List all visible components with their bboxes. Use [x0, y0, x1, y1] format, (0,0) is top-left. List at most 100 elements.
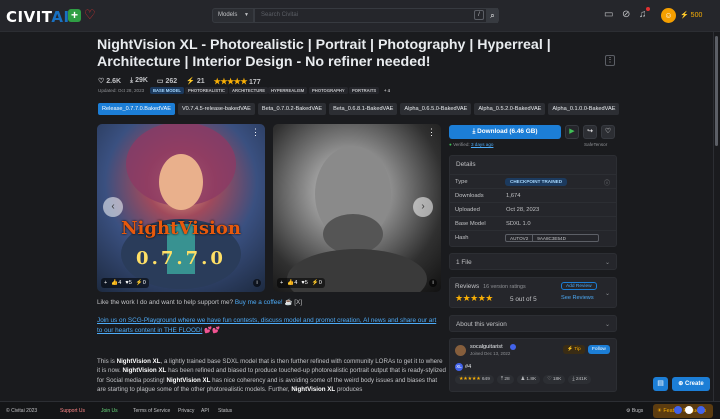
overlay-version: 0.7.7.0 — [136, 248, 226, 269]
card-menu-icon[interactable]: ⋮ — [251, 127, 260, 138]
rating-stars[interactable]: ★★★★★ 177 — [214, 77, 261, 86]
helper-icon[interactable] — [685, 406, 693, 414]
card-reactions[interactable]: + 👍4 ♥5 ⚡0 — [101, 278, 149, 288]
carousel-next-button[interactable]: › — [413, 197, 433, 217]
download-button[interactable]: ⤓ Download (6.46 GB) — [449, 125, 561, 139]
discord-link-cont[interactable]: to our hearts content in THE FLOOD! 💕💕 — [97, 326, 220, 334]
search-type-select[interactable]: Models ▼ — [212, 8, 254, 23]
buy-coffee-link[interactable]: Buy me a coffee! — [235, 299, 283, 306]
status-link[interactable]: Status — [218, 408, 232, 414]
creator-joined: Joined Dec 13, 2022 — [470, 351, 511, 356]
details-panel: Details Type CHECKPOINT TRAINED ⓘ Downlo… — [449, 155, 617, 247]
detail-row-uploaded: Uploaded Oct 28, 2023 — [450, 202, 616, 216]
creator-downloads: ⤓ 241K — [568, 375, 592, 384]
tag-hyperrealism[interactable]: HYPERREALISM — [268, 87, 308, 94]
info-icon[interactable]: i — [429, 279, 437, 287]
civitai-logo[interactable]: CIVITAI — [6, 8, 70, 26]
tag-photography[interactable]: PHOTOGRAPHY — [309, 87, 348, 94]
slash-shortcut-hint: / — [474, 10, 484, 20]
copyright: © Civitai 2023 — [6, 408, 38, 414]
verified-date-link[interactable]: 3 days ago — [471, 142, 493, 147]
tag-portraits[interactable]: PORTRAITS — [349, 87, 380, 94]
verified-status: ● Verified: 3 days ago — [449, 142, 494, 147]
eye-off-icon[interactable]: ⊘ — [622, 9, 630, 20]
version-tab[interactable]: Alpha_0.1.0.0-BakedVAE — [548, 103, 620, 115]
version-tab[interactable]: Beta_0.7.0.2-BakedVAE — [257, 103, 327, 115]
detail-row-type: Type CHECKPOINT TRAINED ⓘ — [450, 174, 616, 188]
search-icon[interactable]: ⌕ — [486, 8, 499, 23]
see-reviews-link[interactable]: See Reviews — [561, 295, 594, 301]
overlay-title: NightVision — [121, 218, 241, 239]
about-version-accordion[interactable]: About this version ⌄ — [449, 315, 617, 332]
heart-icon[interactable]: ♡ — [84, 7, 96, 23]
page-title: NightVision XL - Photorealistic | Portra… — [97, 37, 551, 70]
creator-rating: ★★★★★ 649 — [455, 375, 494, 384]
detail-row-base-model: Base Model SDXL 1.0 — [450, 216, 616, 230]
creator-rank: XL #4 — [455, 363, 472, 371]
reviews-title: Reviews 16 version ratings — [455, 283, 526, 290]
add-review-button[interactable]: Add Review — [561, 282, 597, 290]
tag-photorealistic[interactable]: PHOTOREALISTIC — [185, 87, 228, 94]
comments-stat[interactable]: ▭ 262 — [157, 77, 177, 85]
share-icon[interactable]: ↪ — [583, 125, 597, 139]
scrollbar-thumb[interactable] — [715, 36, 718, 146]
create-plus-icon[interactable]: + — [68, 9, 81, 22]
card-menu-icon[interactable]: ⋮ — [427, 127, 436, 138]
tag-base-model[interactable]: BASE MODEL — [150, 87, 184, 94]
creator-card: socalguitarist Joined Dec 13, 2022 ⚡ Tip… — [449, 338, 617, 392]
chat-icon[interactable]: ▤ — [653, 377, 668, 391]
join-us-link[interactable]: Join Us — [101, 408, 118, 414]
terms-link[interactable]: Terms of Service — [133, 408, 170, 414]
chevron-down-icon: ⌄ — [604, 322, 610, 328]
details-header: Details — [456, 161, 476, 168]
version-tab-active[interactable]: Release_0.7.7.0.BakedVAE — [98, 103, 175, 115]
model-stats: ♡ 2.6K ⤓ 29K ▭ 262 ⚡ 21 ★★★★★ 177 — [98, 75, 261, 87]
search-input[interactable]: Search Civitai — [254, 8, 498, 23]
description-paragraph: This is NightVision XL, a lightly traine… — [97, 358, 446, 393]
likes-stat[interactable]: ♡ 2.6K — [98, 77, 121, 85]
downloads-stat: ⤓ 29K — [130, 77, 148, 84]
carousel-prev-button[interactable]: ‹ — [103, 197, 123, 217]
info-icon[interactable]: ⓘ — [604, 178, 610, 187]
privacy-link[interactable]: Privacy — [178, 408, 194, 414]
version-tab[interactable]: Alpha_0.5.2.0-BakedVAE — [474, 103, 546, 115]
more-options-icon[interactable]: ⋮ — [605, 55, 615, 66]
support-line: Like the work I do and want to help supp… — [97, 299, 303, 306]
helper-icon[interactable] — [697, 406, 705, 414]
creator-stats: ★★★★★ 649 ⤒ 28 ♟ 1.8K ♡ 18K ⤓ 241K — [455, 375, 592, 384]
support-us-link[interactable]: Support Us — [60, 408, 85, 414]
version-tabs: Release_0.7.7.0.BakedVAE V0.7.4.5-releas… — [98, 103, 620, 115]
buzz-tips-stat[interactable]: ⚡ 21 — [186, 77, 204, 85]
creator-name[interactable]: socalguitarist — [470, 344, 503, 350]
favorite-heart-icon[interactable]: ♡ — [601, 125, 615, 139]
api-link[interactable]: API — [201, 408, 209, 414]
upload-icon[interactable]: ▭ — [604, 9, 613, 20]
tip-button[interactable]: ⚡ Tip — [563, 345, 585, 354]
card-reactions[interactable]: + 👍4 ♥5 ⚡0 — [277, 278, 325, 288]
creator-badge-icon — [510, 344, 516, 350]
tag-architecture[interactable]: ARCHITECTURE — [229, 87, 269, 94]
create-button[interactable]: ⊕ Create — [672, 377, 710, 391]
user-avatar[interactable]: ☺ — [661, 8, 676, 23]
version-tab[interactable]: Alpha_0.6.5.0-BakedVAE — [400, 103, 472, 115]
reviews-panel: Reviews 16 version ratings ★★★★★ 5 out of… — [449, 277, 617, 308]
detail-row-hash: Hash AUTOV2 9AA8C3E54D — [450, 230, 616, 244]
hash-copy-box[interactable]: AUTOV2 9AA8C3E54D — [505, 234, 599, 242]
detail-row-downloads: Downloads 1,674 — [450, 188, 616, 202]
bugs-link[interactable]: ⚙ Bugs — [626, 408, 643, 414]
version-tab[interactable]: V0.7.4.5-release-bakedVAE — [177, 103, 255, 115]
follow-button[interactable]: Follow — [588, 345, 610, 354]
files-accordion[interactable]: 1 File ⌄ — [449, 253, 617, 270]
updated-date: Updated: Oct 28, 2023 — [98, 88, 145, 93]
chevron-down-icon: ▼ — [244, 12, 249, 18]
tag-more[interactable]: + 4 — [381, 87, 393, 94]
info-icon[interactable]: i — [253, 279, 261, 287]
bell-icon[interactable]: ♫ — [639, 9, 647, 20]
creator-avatar[interactable] — [455, 345, 466, 356]
discord-link[interactable]: Join us on SCG-Playground where we have … — [97, 317, 436, 324]
version-tab[interactable]: Beta_0.6.8.1-BakedVAE — [329, 103, 398, 115]
play-icon[interactable]: ▶ — [565, 125, 579, 139]
helper-icon[interactable] — [674, 406, 682, 414]
buzz-balance[interactable]: ⚡ 500 — [680, 11, 702, 19]
top-navbar: CIVITAI + ♡ Models ▼ Search Civitai / ⌕ ▭… — [0, 0, 720, 32]
